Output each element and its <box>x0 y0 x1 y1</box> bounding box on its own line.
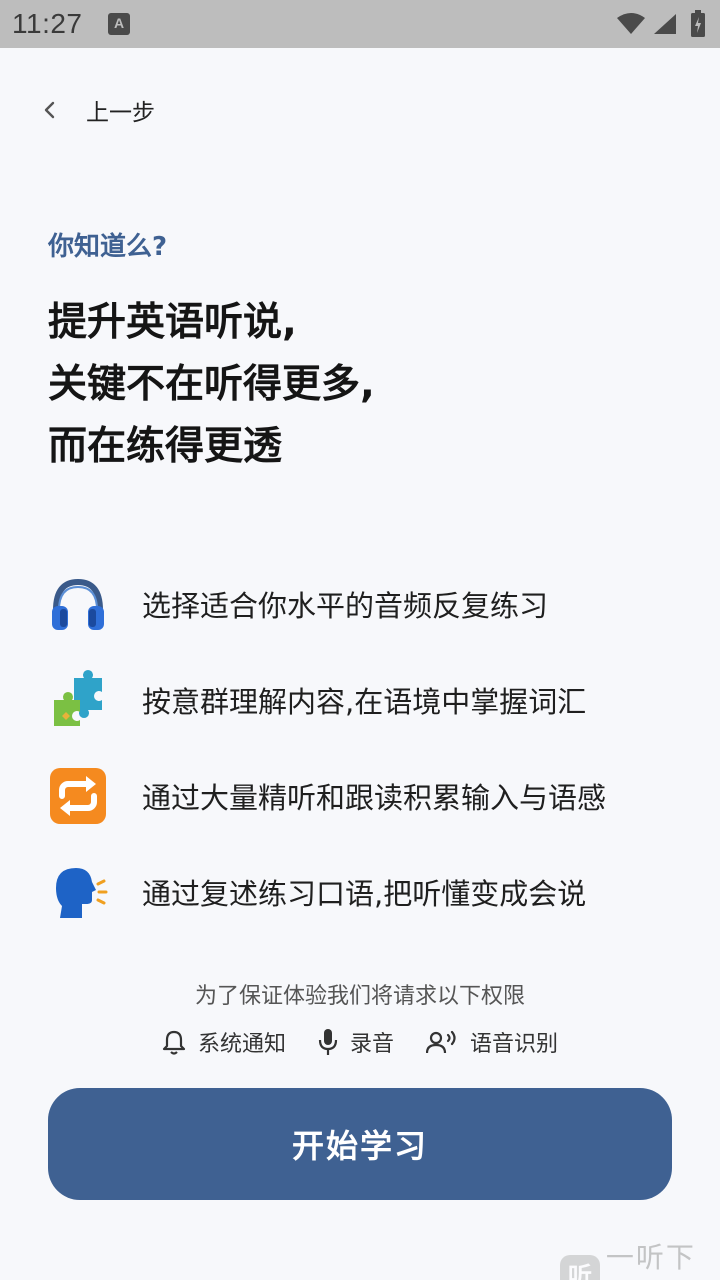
feature-item: 通过复述练习口语,把听懂变成会说 <box>48 844 688 940</box>
permission-note: 为了保证体验我们将请求以下权限 <box>194 984 525 1009</box>
permission-list: 系统通知 录音 语音识别 <box>0 1024 720 1060</box>
feature-text: 通过复述练习口语,把听懂变成会说 <box>142 877 587 911</box>
headline-line: 关键不在听得更多, <box>48 362 375 407</box>
wifi-icon <box>617 13 645 34</box>
eyebrow-question: 你知道么? <box>48 232 168 262</box>
feature-text: 通过大量精听和跟读积累输入与语感 <box>142 781 607 815</box>
permission-recording: 录音 <box>318 1026 394 1058</box>
permission-label: 系统通知 <box>197 1032 286 1057</box>
feature-item: 按意群理解内容,在语境中掌握词汇 <box>48 652 688 748</box>
headline-line: 而在练得更透 <box>48 424 283 469</box>
microphone-icon <box>318 1029 338 1055</box>
watermark-logo: 听 <box>560 1255 600 1280</box>
headphones-icon <box>52 578 104 630</box>
bell-icon <box>162 1030 186 1055</box>
headline-line: 提升英语听说, <box>48 300 297 345</box>
status-bar: 11:27 A <box>0 0 720 48</box>
permission-speech-recognition: 语音识别 <box>426 1026 558 1058</box>
permission-notification: 系统通知 <box>162 1026 286 1058</box>
feature-item: 选择适合你水平的音频反复练习 <box>48 556 688 652</box>
back-button[interactable]: 上一步 <box>40 90 155 130</box>
speaking-head-icon <box>56 868 108 918</box>
repeat-icon <box>50 768 106 824</box>
headline: 提升英语听说, 关键不在听得更多, 而在练得更透 <box>48 292 375 478</box>
back-label: 上一步 <box>86 100 155 126</box>
start-learning-button[interactable]: 开始学习 <box>48 1088 672 1200</box>
feature-item: 通过大量精听和跟读积累输入与语感 <box>48 748 688 844</box>
keyboard-a-icon: A <box>108 13 130 35</box>
feature-text: 选择适合你水平的音频反复练习 <box>142 589 549 623</box>
battery-icon <box>691 10 705 37</box>
status-time: 11:27 <box>12 8 83 39</box>
chevron-left-icon <box>44 101 55 119</box>
permission-label: 录音 <box>349 1032 394 1057</box>
permission-label: 语音识别 <box>470 1032 559 1057</box>
puzzle-icon <box>54 670 102 726</box>
watermark-text: 一听下载 <box>605 1241 696 1274</box>
signal-icon <box>654 14 676 34</box>
watermark: 听 一听下载 <box>560 1236 720 1280</box>
feature-text: 按意群理解内容,在语境中掌握词汇 <box>142 685 587 719</box>
feature-list: 选择适合你水平的音频反复练习 按意群理解内容,在语境中掌握词汇 通过大量精听和跟… <box>48 556 688 940</box>
voice-recognition-icon <box>426 1030 456 1054</box>
